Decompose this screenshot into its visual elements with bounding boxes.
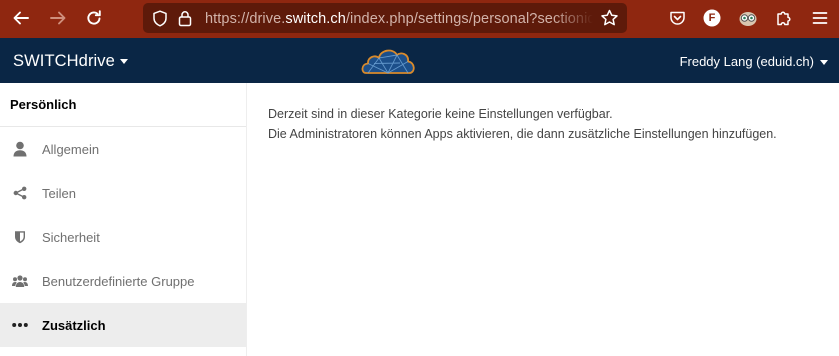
user-icon bbox=[12, 141, 28, 157]
sidebar-item-sicherheit[interactable]: Sicherheit bbox=[0, 215, 246, 259]
url-fade bbox=[553, 10, 593, 28]
chevron-down-icon bbox=[820, 59, 828, 65]
pocket-icon[interactable] bbox=[665, 6, 689, 30]
app-name: SWITCHdrive bbox=[13, 52, 115, 70]
shield-icon[interactable] bbox=[152, 10, 168, 32]
group-icon bbox=[12, 273, 28, 289]
user-label: Freddy Lang (eduid.ch) bbox=[679, 54, 814, 69]
sidebar-item-label: Sicherheit bbox=[42, 229, 100, 245]
chevron-down-icon bbox=[119, 58, 128, 64]
lock-icon[interactable] bbox=[178, 10, 192, 32]
url-text[interactable]: https://drive.switch.ch/index.php/settin… bbox=[205, 10, 593, 28]
user-menu[interactable]: Freddy Lang (eduid.ch) bbox=[680, 53, 828, 71]
menu-icon[interactable] bbox=[808, 6, 832, 30]
settings-content: Derzeit sind in dieser Kategorie keine E… bbox=[268, 104, 828, 144]
url-host: switch.ch bbox=[285, 11, 346, 27]
forward-icon[interactable] bbox=[43, 5, 73, 31]
app-menu-button[interactable]: SWITCHdrive bbox=[13, 51, 128, 71]
url-prefix: https://drive. bbox=[205, 11, 286, 27]
extensions-puzzle-icon[interactable] bbox=[772, 6, 796, 30]
cloud-logo-icon[interactable] bbox=[360, 42, 416, 80]
reload-icon[interactable] bbox=[79, 5, 109, 31]
sidebar-heading: Persönlich bbox=[0, 83, 246, 127]
empty-state-line-1: Derzeit sind in dieser Kategorie keine E… bbox=[268, 107, 613, 121]
empty-state-line-2: Die Administratoren können Apps aktivier… bbox=[268, 127, 777, 141]
sidebar-item-zusaetzlich[interactable]: Zusätzlich bbox=[0, 303, 246, 347]
sidebar-item-label: Benutzerdefinierte Gruppe bbox=[42, 273, 195, 289]
shield-icon bbox=[12, 229, 28, 245]
sidebar-item-label: Zusätzlich bbox=[42, 317, 106, 333]
sidebar-item-label: Teilen bbox=[42, 185, 76, 201]
back-icon[interactable] bbox=[6, 5, 36, 31]
url-bar[interactable]: https://drive.switch.ch/index.php/settin… bbox=[143, 3, 627, 33]
sidebar-item-benutzerdefinierte-gruppe[interactable]: Benutzerdefinierte Gruppe bbox=[0, 259, 246, 303]
browser-toolbar: https://drive.switch.ch/index.php/settin… bbox=[0, 0, 839, 38]
extension-f-icon[interactable]: F bbox=[700, 6, 724, 30]
bookmark-star-icon[interactable] bbox=[600, 9, 619, 32]
more-icon bbox=[12, 317, 28, 333]
sidebar-item-allgemein[interactable]: Allgemein bbox=[0, 127, 246, 171]
sidebar: Persönlich Allgemein Teilen Sicherheit B… bbox=[0, 83, 247, 356]
share-icon bbox=[12, 185, 28, 201]
extension-f-letter: F bbox=[708, 12, 716, 24]
extension-owl-icon[interactable] bbox=[736, 6, 760, 30]
app-header: SWITCHdrive Freddy Lang (eduid.ch) bbox=[0, 38, 839, 83]
sidebar-item-teilen[interactable]: Teilen bbox=[0, 171, 246, 215]
sidebar-item-label: Allgemein bbox=[42, 141, 100, 157]
